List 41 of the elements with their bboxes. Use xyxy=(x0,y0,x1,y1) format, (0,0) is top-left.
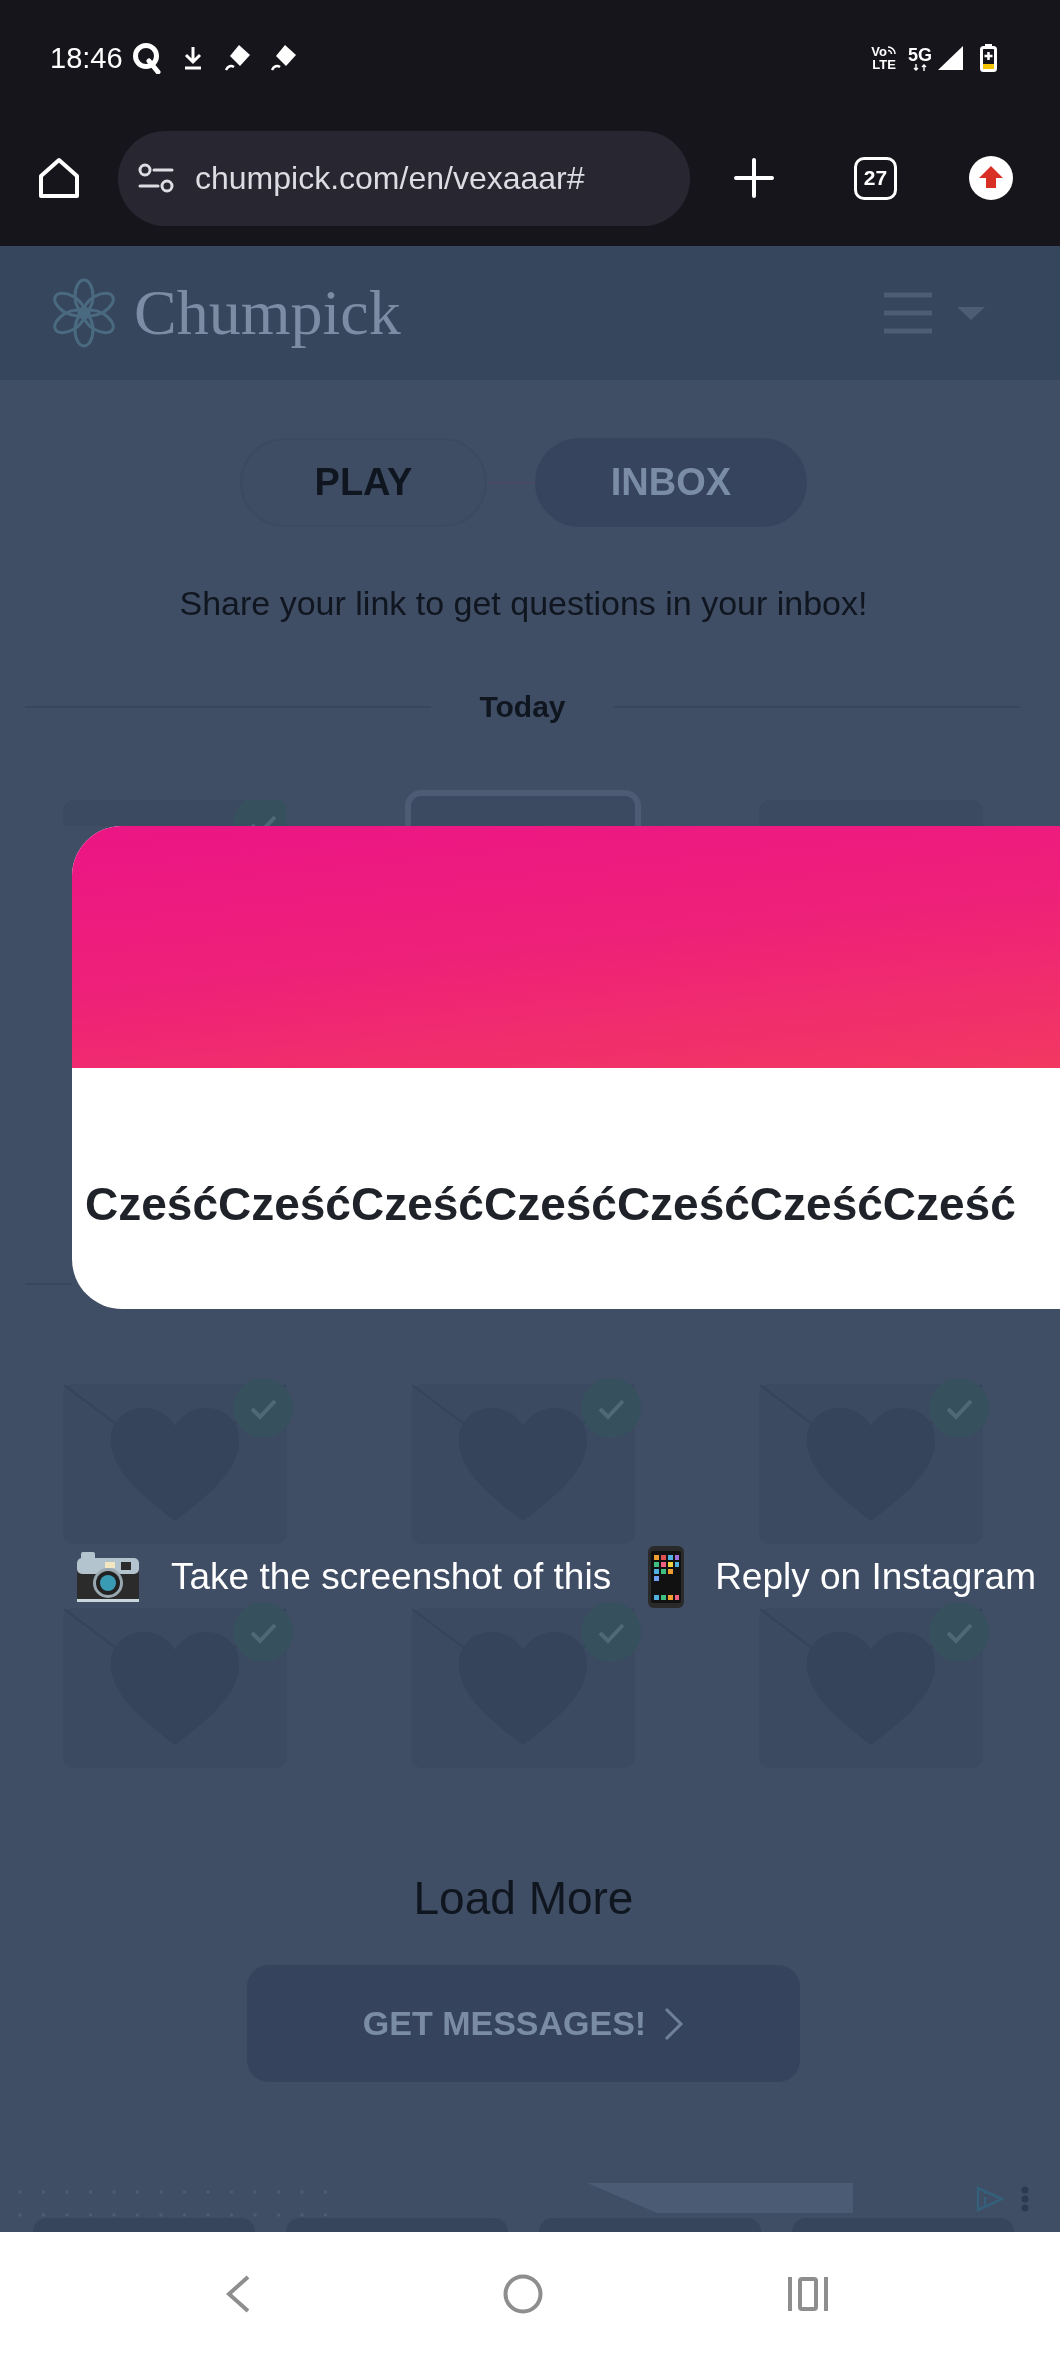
tab[interactable]: PLAY xyxy=(240,438,487,527)
chevron-right-icon xyxy=(664,2006,685,2041)
download-icon xyxy=(182,46,203,70)
plus-icon[interactable] xyxy=(734,158,774,198)
message-envelope[interactable] xyxy=(405,790,641,826)
pen-icon xyxy=(223,44,252,72)
data-activity-icon xyxy=(913,63,927,71)
pen-icon xyxy=(269,44,298,72)
network-label: 5G xyxy=(908,45,932,64)
recent-apps-icon[interactable] xyxy=(788,2277,828,2311)
q-logo-icon xyxy=(131,42,162,74)
get-messages-button[interactable]: GET MESSAGES! xyxy=(247,1965,800,2082)
pill-button[interactable] xyxy=(539,2218,761,2232)
clock-time: 18:46 xyxy=(50,41,123,75)
load-more-button[interactable]: Load More xyxy=(413,1871,634,1925)
pill-button[interactable] xyxy=(33,2218,255,2232)
site-logo[interactable]: Chumpick xyxy=(134,277,401,349)
pill-button[interactable] xyxy=(286,2218,508,2232)
caret-icon[interactable] xyxy=(957,306,985,320)
message-text: CześćCześćCześćCześćCześćCześćCześć xyxy=(85,1177,1016,1232)
battery-icon xyxy=(980,44,997,72)
hint-text: Share your link to get questions in your inbox! xyxy=(179,583,868,623)
tune-icon[interactable] xyxy=(138,163,174,193)
tab[interactable]: INBOX xyxy=(535,438,807,527)
date-label: Today xyxy=(479,689,566,725)
instruction-text: Reply on Instagram xyxy=(715,1555,1036,1599)
camera-icon xyxy=(75,1550,141,1604)
instruction-text: Take the screenshot of this xyxy=(171,1555,612,1599)
home-icon[interactable] xyxy=(37,156,81,200)
pill-button[interactable] xyxy=(792,2218,1014,2232)
mobile-phone-icon xyxy=(647,1545,686,1609)
network-label: LTE xyxy=(872,58,896,71)
signal-icon xyxy=(938,46,963,70)
wifi-calling-icon xyxy=(887,45,897,55)
message-envelope[interactable] xyxy=(63,800,287,826)
upload-icon[interactable] xyxy=(969,156,1013,200)
message-envelope[interactable] xyxy=(759,800,983,826)
address-field[interactable]: chumpick.com/en/vexaaar# xyxy=(118,130,690,226)
tab-switcher-button[interactable]: 27 xyxy=(854,156,897,200)
network-label: Vo xyxy=(871,45,887,58)
back-icon[interactable] xyxy=(225,2275,251,2313)
